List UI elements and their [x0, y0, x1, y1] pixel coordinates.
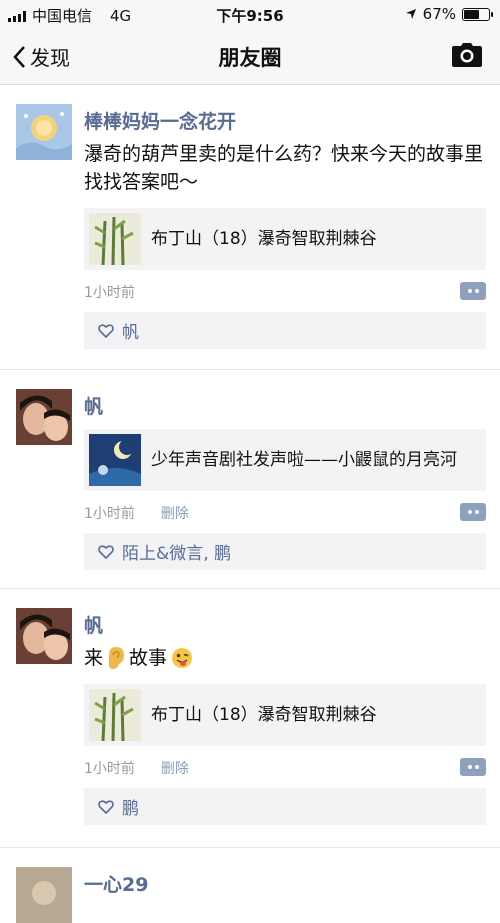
- link-card[interactable]: 布丁山（18）瀑奇智取荆棘谷: [84, 208, 486, 270]
- comment-button[interactable]: [460, 282, 486, 300]
- page-title: 朋友圈: [0, 42, 500, 72]
- username[interactable]: 一心29: [84, 870, 486, 897]
- post: 棒棒妈妈一念花开 瀑奇的葫芦里卖的是什么药？快来今天的故事里找找答案吧～ 布丁山…: [0, 85, 500, 370]
- heart-icon: [98, 324, 114, 338]
- status-bar: 中国电信 4G 下午9:56 67%: [0, 0, 500, 28]
- heart-icon: [98, 545, 114, 559]
- link-title: 布丁山（18）瀑奇智取荆棘谷: [151, 704, 377, 727]
- likes-names[interactable]: 鹏: [122, 794, 139, 819]
- username[interactable]: 棒棒妈妈一念花开: [84, 107, 486, 134]
- post-meta: 1小时前 删除: [84, 758, 486, 778]
- post: 帆 少年声音剧社发声啦——小鼹鼠的月亮河 1小时前 删除: [0, 370, 500, 589]
- link-title: 少年声音剧社发声啦——小鼹鼠的月亮河: [151, 449, 457, 472]
- post-content: 帆 少年声音剧社发声啦——小鼹鼠的月亮河 1小时前 删除: [84, 370, 486, 570]
- delete-link[interactable]: 删除: [161, 503, 189, 523]
- likes-bar: 帆: [84, 312, 486, 349]
- post-text-middle: 故事: [129, 644, 167, 672]
- likes-bar: 陌上&微言, 鹏: [84, 533, 486, 570]
- post-content: 棒棒妈妈一念花开 瀑奇的葫芦里卖的是什么药？快来今天的故事里找找答案吧～ 布丁山…: [84, 85, 486, 349]
- post-time: 1小时前: [84, 282, 135, 302]
- post-time: 1小时前: [84, 503, 135, 523]
- link-thumbnail: [89, 213, 141, 265]
- moments-feed[interactable]: 棒棒妈妈一念花开 瀑奇的葫芦里卖的是什么药？快来今天的故事里找找答案吧～ 布丁山…: [0, 85, 500, 889]
- winking-tongue-emoji-icon: [171, 647, 193, 669]
- battery-percent: 67%: [423, 5, 456, 23]
- avatar[interactable]: [16, 389, 72, 445]
- camera-icon: [452, 43, 482, 67]
- delete-link[interactable]: 删除: [161, 758, 189, 778]
- post: 一心29: [0, 848, 500, 908]
- post-time: 1小时前: [84, 758, 135, 778]
- ear-emoji-icon: [107, 646, 125, 670]
- comment-button[interactable]: [460, 758, 486, 776]
- likes-names[interactable]: 陌上&微言, 鹏: [122, 539, 231, 564]
- link-card[interactable]: 少年声音剧社发声啦——小鼹鼠的月亮河: [84, 429, 486, 491]
- battery-icon: [462, 8, 490, 21]
- link-card[interactable]: 布丁山（18）瀑奇智取荆棘谷: [84, 684, 486, 746]
- link-thumbnail: [89, 689, 141, 741]
- likes-names[interactable]: 帆: [122, 318, 139, 343]
- camera-button[interactable]: [452, 43, 482, 71]
- heart-icon: [98, 800, 114, 814]
- avatar[interactable]: [16, 104, 72, 160]
- status-right: 67%: [405, 5, 490, 23]
- post-content: 帆 来 故事 布丁山（18）瀑奇智取荆棘谷 1小时前 删: [84, 589, 486, 825]
- post-meta: 1小时前: [84, 282, 486, 302]
- likes-bar: 鹏: [84, 788, 486, 825]
- post-text: 来 故事: [84, 644, 486, 672]
- post-text: 瀑奇的葫芦里卖的是什么药？快来今天的故事里找找答案吧～: [84, 140, 486, 196]
- link-title: 布丁山（18）瀑奇智取荆棘谷: [151, 228, 377, 251]
- avatar[interactable]: [16, 608, 72, 664]
- username[interactable]: 帆: [84, 611, 486, 638]
- post: 帆 来 故事 布丁山（18）瀑奇智取荆棘谷 1小时前 删: [0, 589, 500, 848]
- location-arrow-icon: [405, 8, 417, 20]
- username[interactable]: 帆: [84, 392, 486, 419]
- avatar[interactable]: [16, 867, 72, 923]
- battery-level: [464, 10, 479, 19]
- post-content: 一心29: [84, 848, 486, 897]
- post-text-prefix: 来: [84, 644, 103, 672]
- nav-bar: 发现 朋友圈: [0, 28, 500, 85]
- post-meta: 1小时前 删除: [84, 503, 486, 523]
- comment-button[interactable]: [460, 503, 486, 521]
- link-thumbnail: [89, 434, 141, 486]
